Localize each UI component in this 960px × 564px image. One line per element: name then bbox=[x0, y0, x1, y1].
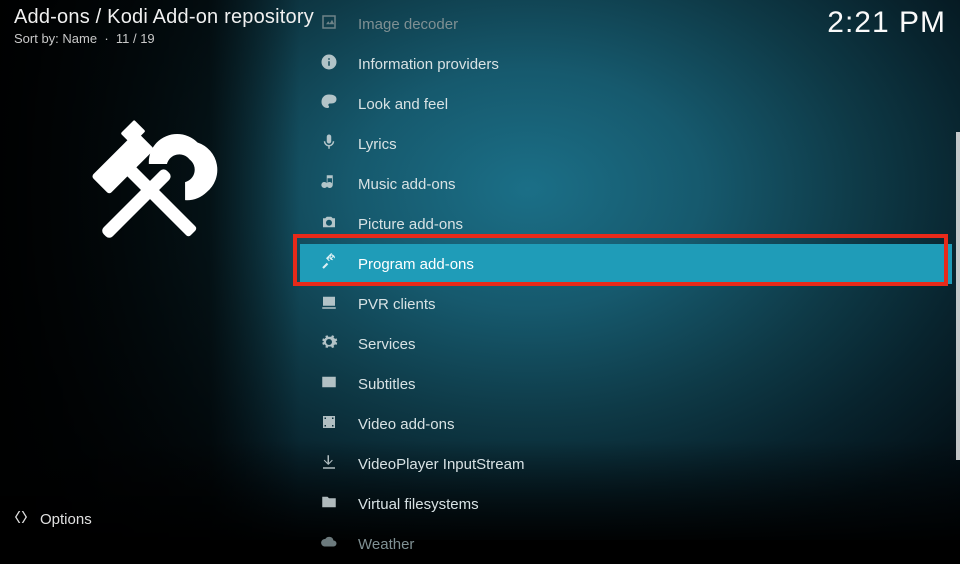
sort-line: Sort by: Name · 11 / 19 bbox=[14, 31, 314, 46]
list-item-video-add-ons[interactable]: Video add-ons bbox=[300, 404, 952, 444]
list-item-label: VideoPlayer InputStream bbox=[358, 456, 525, 473]
list-item-pvr-clients[interactable]: PVR clients bbox=[300, 284, 952, 324]
list-item-subtitles[interactable]: Subtitles bbox=[300, 364, 952, 404]
list-item-label: Information providers bbox=[358, 56, 499, 73]
list-item-label: Look and feel bbox=[358, 96, 448, 113]
list-item-services[interactable]: Services bbox=[300, 324, 952, 364]
list-item-music-add-ons[interactable]: Music add-ons bbox=[300, 164, 952, 204]
list-item-label: Lyrics bbox=[358, 136, 397, 153]
tv-icon bbox=[318, 293, 340, 315]
film-icon bbox=[318, 413, 340, 435]
download-icon bbox=[318, 453, 340, 475]
music-icon bbox=[318, 173, 340, 195]
list-item-weather[interactable]: Weather bbox=[300, 524, 952, 564]
breadcrumb: Add-ons / Kodi Add-on repository bbox=[14, 6, 314, 29]
list-item-information-providers[interactable]: Information providers bbox=[300, 44, 952, 84]
list-item-picture-add-ons[interactable]: Picture add-ons bbox=[300, 204, 952, 244]
cloud-icon bbox=[318, 533, 340, 555]
options-label: Options bbox=[40, 511, 92, 528]
list-item-label: Program add-ons bbox=[358, 256, 474, 273]
list-item-label: Services bbox=[358, 336, 416, 353]
list-item-label: Music add-ons bbox=[358, 176, 456, 193]
options-icon bbox=[12, 508, 30, 530]
category-large-icon bbox=[70, 110, 230, 270]
palette-icon bbox=[318, 93, 340, 115]
tools-icon bbox=[318, 253, 340, 275]
mic-icon bbox=[318, 133, 340, 155]
list-item-label: Weather bbox=[358, 536, 414, 553]
clock: 2:21 PM bbox=[827, 6, 946, 46]
folder-icon bbox=[318, 493, 340, 515]
header: Add-ons / Kodi Add-on repository Sort by… bbox=[14, 6, 946, 46]
options-button[interactable]: Options bbox=[12, 508, 92, 530]
list-item-program-add-ons[interactable]: Program add-ons bbox=[300, 244, 952, 284]
category-list: Image decoderInformation providersLook a… bbox=[300, 0, 952, 540]
scrollbar[interactable] bbox=[956, 132, 960, 460]
list-item-label: Picture add-ons bbox=[358, 216, 463, 233]
list-item-lyrics[interactable]: Lyrics bbox=[300, 124, 952, 164]
list-item-label: Virtual filesystems bbox=[358, 496, 479, 513]
camera-icon bbox=[318, 213, 340, 235]
list-item-label: Subtitles bbox=[358, 376, 416, 393]
gear-icon bbox=[318, 333, 340, 355]
list-item-virtual-filesystems[interactable]: Virtual filesystems bbox=[300, 484, 952, 524]
list-item-videoplayer-inputstream[interactable]: VideoPlayer InputStream bbox=[300, 444, 952, 484]
list-item-label: Video add-ons bbox=[358, 416, 454, 433]
subtitles-icon bbox=[318, 373, 340, 395]
list-item-label: PVR clients bbox=[358, 296, 436, 313]
list-item-look-and-feel[interactable]: Look and feel bbox=[300, 84, 952, 124]
info-icon bbox=[318, 53, 340, 75]
